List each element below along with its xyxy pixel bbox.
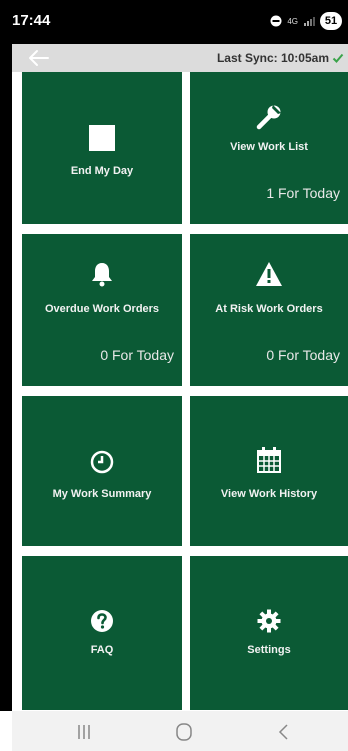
dashboard-grid: End My Day View Work List 1 For Today Ov…	[22, 72, 348, 710]
back-icon[interactable]	[272, 721, 296, 743]
tile-my-work-summary[interactable]: My Work Summary	[22, 396, 182, 546]
status-bar: 17:44 4G 51	[0, 0, 348, 44]
check-icon	[332, 53, 344, 63]
tile-count: 0 For Today	[266, 347, 340, 363]
signal-icon	[304, 17, 315, 26]
tile-label: View Work List	[230, 141, 308, 153]
recent-apps-icon[interactable]	[72, 721, 96, 743]
tile-label: Overdue Work Orders	[44, 303, 160, 315]
last-sync-text: Last Sync: 10:05am	[216, 51, 329, 65]
tile-end-my-day[interactable]: End My Day	[22, 72, 182, 224]
battery-indicator: 51	[320, 12, 342, 30]
warning-triangle-icon	[256, 262, 282, 286]
system-navigation-bar	[12, 711, 348, 751]
network-type-label: 4G	[287, 16, 298, 26]
tile-view-work-list[interactable]: View Work List 1 For Today	[190, 72, 348, 224]
clock-icon	[90, 450, 114, 474]
status-icons: 4G 51	[270, 12, 342, 30]
action-bar: Last Sync: 10:05am	[12, 44, 348, 72]
tile-settings[interactable]: Settings	[190, 556, 348, 710]
tile-count: 1 For Today	[266, 185, 340, 201]
status-time: 17:44	[12, 12, 51, 29]
tile-label: FAQ	[90, 644, 114, 656]
tile-view-work-history[interactable]: View Work History	[190, 396, 348, 546]
tile-faq[interactable]: FAQ	[22, 556, 182, 710]
tile-label: My Work Summary	[52, 488, 152, 500]
stop-square-icon	[89, 125, 115, 151]
left-edge-strip	[0, 44, 12, 711]
do-not-disturb-icon	[270, 15, 282, 27]
tile-label: At Risk Work Orders	[215, 303, 323, 315]
tile-overdue-work-orders[interactable]: Overdue Work Orders 0 For Today	[22, 234, 182, 386]
bell-icon	[92, 263, 112, 287]
tile-label: End My Day	[70, 165, 134, 177]
calendar-icon	[257, 447, 281, 473]
home-icon[interactable]	[172, 721, 196, 743]
back-arrow-icon[interactable]	[26, 48, 50, 68]
tile-at-risk-work-orders[interactable]: At Risk Work Orders 0 For Today	[190, 234, 348, 386]
tile-label: View Work History	[220, 488, 318, 500]
gear-icon	[257, 609, 281, 633]
tile-count: 0 For Today	[100, 347, 174, 363]
wrench-icon	[256, 105, 281, 130]
tile-label: Settings	[247, 644, 291, 656]
last-sync-status: Last Sync: 10:05am	[217, 51, 344, 65]
question-circle-icon	[91, 610, 113, 632]
